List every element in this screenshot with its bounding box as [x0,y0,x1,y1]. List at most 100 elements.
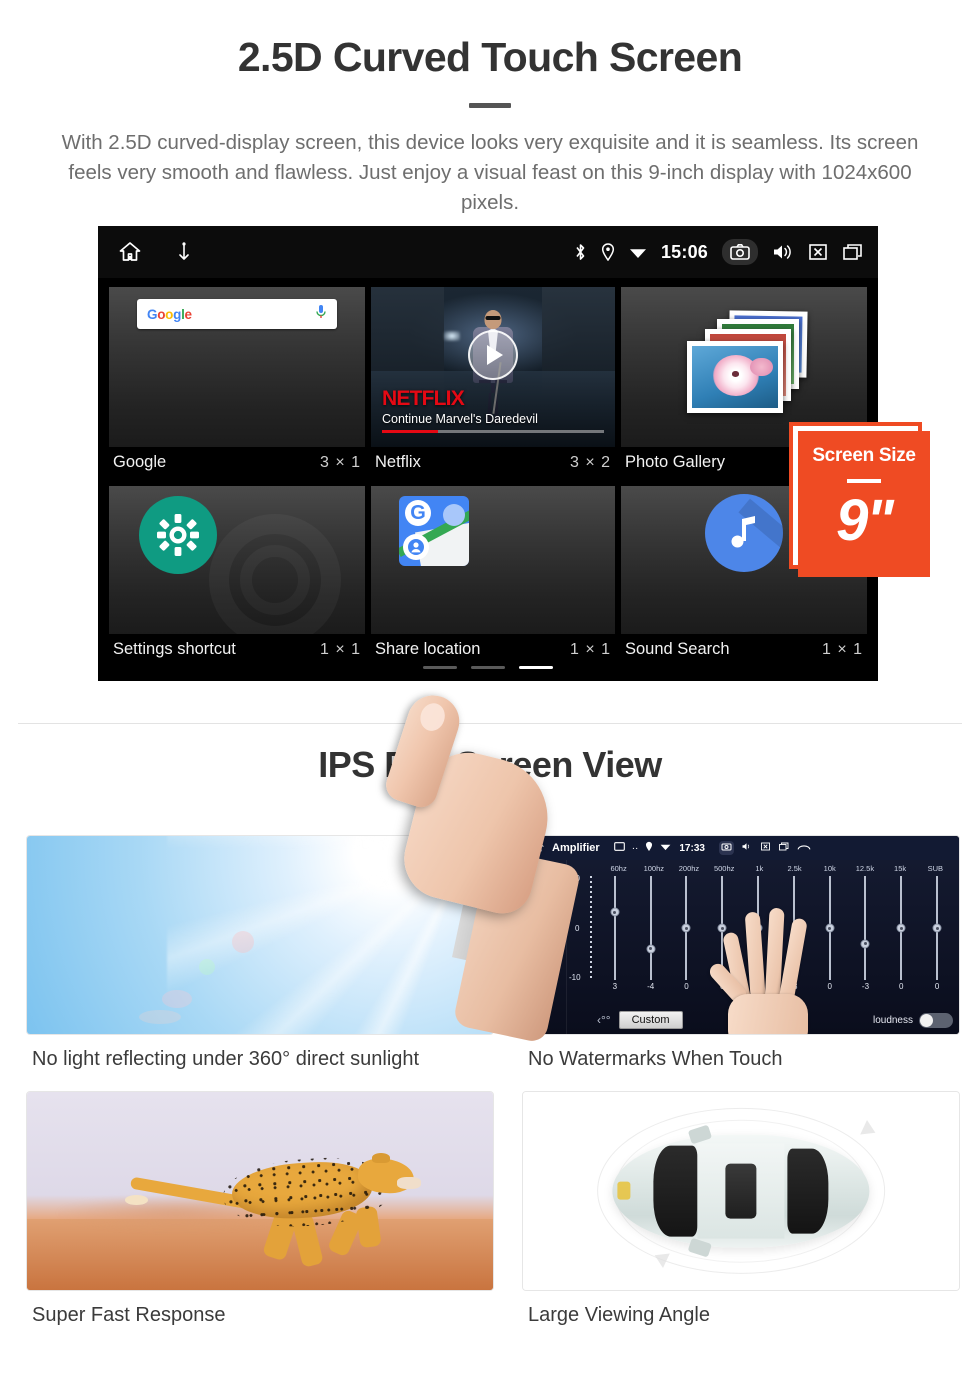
feature-card-grid: No light reflecting under 360° direct su… [0,835,980,1341]
device-screenshot-wrap: 15:06 Google Google 3 × 1 NETFLIX Contin… [0,226,980,1045]
recent-apps-icon[interactable] [778,842,790,854]
eq-slider-knob[interactable] [681,923,691,933]
netflix-progress-bar [382,430,604,434]
camera-icon[interactable] [718,841,734,855]
balance-label[interactable]: Balance [523,888,566,898]
fader-icon[interactable] [523,906,566,927]
amp-time: 17:33 [679,842,705,854]
widget-name: Netflix [375,453,421,472]
loudness-toggle[interactable] [919,1012,953,1028]
eq-value: -3 [861,982,870,991]
volume-icon[interactable] [772,243,794,261]
page-dot-active[interactable] [519,666,553,670]
fader-label[interactable]: Fader [523,928,566,938]
status-bar: 15:06 [98,226,878,279]
eq-value: 3 [612,982,618,991]
wifi-icon [629,245,647,259]
preset-custom-button[interactable]: Custom [618,1011,683,1029]
close-box-icon[interactable] [760,842,771,854]
back-icon[interactable] [797,842,811,854]
eq-slider[interactable] [931,876,943,980]
google-maps-icon[interactable]: G [399,496,469,567]
page-dot[interactable] [471,666,505,670]
section-divider [18,723,962,724]
eq-value: 0 [827,982,832,991]
widget-row-1: Google Google 3 × 1 NETFLIX Continue Mar… [106,284,870,483]
fingernail [416,700,449,735]
eq-value: 0 [899,982,904,991]
eq-slider[interactable] [680,876,692,980]
music-note-icon[interactable] [705,494,783,573]
eq-slider-knob[interactable] [932,923,942,933]
gear-watermark-icon [209,514,341,635]
widget-preview-share-location[interactable]: G [371,486,615,635]
widget-preview-settings[interactable] [109,486,365,635]
widget-name: Google [113,453,167,472]
eq-slider[interactable] [645,876,657,980]
eq-band-label: 100hz [643,864,664,873]
play-icon[interactable] [468,329,518,380]
eq-band-label: 200hz [678,864,700,873]
eq-slider-knob[interactable] [646,944,656,954]
widget-name: Sound Search [625,640,730,659]
feature-card-label: Large Viewing Angle [528,1304,710,1326]
hand-on-equalizer [706,898,816,1034]
screen-size-badge: Screen Size 9" [798,431,930,578]
more-dots-icon[interactable]: ·· [632,843,639,854]
scale-mid: 0 [575,923,580,933]
eq-value: 0 [684,982,689,991]
widget-item-share-location[interactable]: G Share location 1 × 1 [368,483,618,670]
eq-slider-knob[interactable] [610,907,620,917]
car-body [612,1124,870,1258]
microphone-icon[interactable] [315,304,327,325]
widget-caption-share-location: Share location 1 × 1 [371,634,615,667]
widget-item-settings-shortcut[interactable]: Settings shortcut 1 × 1 [106,483,368,670]
wifi-icon [660,842,671,854]
page-title: 2.5D Curved Touch Screen [237,34,743,80]
widget-item-google[interactable]: Google Google 3 × 1 [106,284,368,483]
widget-size: 3 × 2 [569,453,611,471]
eq-slider[interactable] [609,876,621,980]
section-paragraph: With 2.5D curved-display screen, this de… [61,131,919,215]
google-logo: Google [147,306,192,322]
balance-icon[interactable] [523,866,566,887]
eq-band-label: 10k [823,864,836,873]
badge-divider [847,479,881,484]
widget-size: 1 × 1 [319,640,361,658]
camera-icon[interactable] [722,239,758,266]
eq-slider[interactable] [824,876,836,980]
amplifier-equalizer-screenshot: Amplifier ·· 17:33 Balance Fader 60hz 10… [522,835,960,1035]
chevron-left-icon[interactable]: ‹°° [597,1013,611,1027]
feature-card-amplifier: Amplifier ·· 17:33 Balance Fader 60hz 10… [522,835,960,1085]
page-indicator[interactable] [98,666,878,670]
eq-band-label: 1k [755,864,764,873]
gallery-icon[interactable] [613,842,625,854]
google-search-bar[interactable]: Google [137,299,337,330]
feature-card-cheetah: Super Fast Response [26,1091,494,1341]
volume-icon[interactable] [741,842,753,854]
eq-slider-knob[interactable] [825,923,835,933]
close-box-icon[interactable] [808,243,828,261]
eq-slider[interactable] [895,876,907,980]
eq-slider-knob[interactable] [896,923,906,933]
recent-apps-icon[interactable] [842,243,864,261]
widget-size: 1 × 1 [569,640,611,658]
widget-row-2: Settings shortcut 1 × 1 G Share location… [106,483,870,670]
gear-icon[interactable] [139,496,217,575]
eq-slider-knob[interactable] [860,939,870,949]
eq-value: -4 [647,982,655,991]
widget-item-netflix[interactable]: NETFLIX Continue Marvel's Daredevil Netf… [368,284,618,483]
section2-title: IPS Full Screen View [318,744,662,785]
widget-size: 3 × 1 [319,453,361,471]
widget-preview-google[interactable]: Google [109,287,365,448]
eq-slider[interactable] [859,876,871,980]
home-icon[interactable] [530,840,545,856]
page-dot[interactable] [423,666,457,670]
widget-preview-netflix[interactable]: NETFLIX Continue Marvel's Daredevil [371,287,615,448]
home-icon[interactable] [118,240,142,264]
eq-scale: 10 0 -10 [569,874,597,982]
netflix-subtitle: Continue Marvel's Daredevil [382,412,538,427]
eq-band-labels: 60hz 100hz 200hz 500hz 1k 2.5k 10k 12.5k 15k SUB [571,864,953,873]
running-cheetah-photo [26,1091,494,1291]
location-icon [601,243,615,262]
